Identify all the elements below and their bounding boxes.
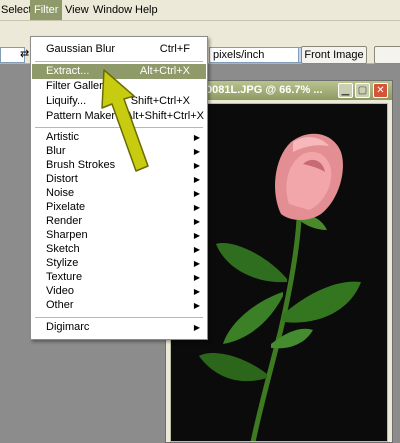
menu-item-label: Stylize (46, 257, 79, 269)
menu-item-label: Brush Strokes (46, 159, 116, 171)
menu-item-label: Digimarc (46, 321, 90, 333)
menu-item-gaussian-blur[interactable]: Gaussian Blur Ctrl+F (32, 42, 206, 57)
menu-item-label: Texture (46, 271, 83, 283)
menu-item-label: Noise (46, 187, 75, 199)
menu-item-label: Filter Galler (46, 80, 103, 92)
menu-item-shortcut: Shift+Ctrl+X (130, 95, 190, 107)
menu-item-label: Video (46, 285, 74, 297)
menu-item-label: Artistic (46, 131, 79, 143)
menu-item-liquify[interactable]: Liquify... Shift+Ctrl+X (32, 94, 206, 109)
menu-item-extract[interactable]: Extract... Alt+Ctrl+X (32, 64, 206, 79)
menu-item-digimarc[interactable]: Digimarc ▶ (32, 320, 206, 335)
menu-item-label: Pattern Maker (46, 110, 116, 122)
menu-item-noise[interactable]: Noise ▶ (32, 186, 206, 201)
resolution-unit-select[interactable]: pixels/inch ▼ (209, 47, 313, 63)
menu-item-sketch[interactable]: Sketch ▶ (32, 242, 206, 257)
menu-item-label: Extract... (46, 65, 90, 77)
menu-item-label: Other (46, 299, 74, 311)
menu-divider (35, 317, 203, 318)
clear-button[interactable] (374, 46, 400, 64)
submenu-arrow-icon: ▶ (193, 323, 200, 332)
submenu-arrow-icon: ▶ (193, 175, 200, 184)
menu-item-other[interactable]: Other ▶ (32, 298, 206, 313)
submenu-arrow-icon: ▶ (193, 133, 200, 142)
menu-item-sharpen[interactable]: Sharpen ▶ (32, 228, 206, 243)
menu-item-shortcut: Alt+Shift+Ctrl+X (125, 110, 204, 122)
menu-help[interactable]: Help (131, 0, 162, 20)
menu-item-label: Liquify... (46, 95, 87, 107)
menu-bar: Select Filter View Window Help (0, 0, 400, 21)
menu-item-pattern-maker[interactable]: Pattern Maker Alt+Shift+Ctrl+X (32, 109, 206, 124)
menu-item-texture[interactable]: Texture ▶ (32, 270, 206, 285)
front-image-button[interactable]: Front Image (301, 46, 367, 64)
submenu-arrow-icon: ▶ (193, 245, 200, 254)
menu-item-stylize[interactable]: Stylize ▶ (32, 256, 206, 271)
menu-item-render[interactable]: Render ▶ (32, 214, 206, 229)
menu-item-video[interactable]: Video ▶ (32, 284, 206, 299)
menu-item-distort[interactable]: Distort ▶ (32, 172, 206, 187)
maximize-icon[interactable]: ▢ (355, 83, 370, 98)
menu-item-label: Sketch (46, 243, 80, 255)
submenu-arrow-icon: ▶ (193, 259, 200, 268)
menu-item-filter-gallery[interactable]: Filter Galler (32, 79, 206, 94)
menu-item-label: Blur (46, 145, 66, 157)
close-icon[interactable]: ✕ (373, 83, 388, 98)
submenu-arrow-icon: ▶ (193, 217, 200, 226)
menu-filter[interactable]: Filter (30, 0, 63, 20)
menu-item-label: Pixelate (46, 201, 86, 213)
submenu-arrow-icon: ▶ (193, 231, 200, 240)
menu-view[interactable]: View (61, 0, 93, 20)
menu-item-artistic[interactable]: Artistic ▶ (32, 130, 206, 145)
menu-item-blur[interactable]: Blur ▶ (32, 144, 206, 159)
minimize-icon[interactable]: ▁ (338, 83, 353, 98)
submenu-arrow-icon: ▶ (193, 203, 200, 212)
menu-item-label: Sharpen (46, 229, 88, 241)
submenu-arrow-icon: ▶ (193, 273, 200, 282)
submenu-arrow-icon: ▶ (193, 161, 200, 170)
swap-icon[interactable]: ⇄ (20, 47, 29, 60)
menu-window[interactable]: Window (89, 0, 136, 20)
submenu-arrow-icon: ▶ (193, 287, 200, 296)
submenu-arrow-icon: ▶ (193, 301, 200, 310)
submenu-arrow-icon: ▶ (193, 147, 200, 156)
menu-item-brush-strokes[interactable]: Brush Strokes ▶ (32, 158, 206, 173)
menu-divider (35, 61, 203, 62)
menu-item-shortcut: Ctrl+F (159, 43, 190, 55)
menu-item-shortcut: Alt+Ctrl+X (139, 65, 190, 77)
menu-item-label: Distort (46, 173, 78, 185)
menu-item-label: Gaussian Blur (46, 43, 116, 55)
resolution-unit-value: pixels/inch (213, 49, 265, 61)
menu-item-pixelate[interactable]: Pixelate ▶ (32, 200, 206, 215)
filter-menu: Gaussian Blur Ctrl+F Extract... Alt+Ctrl… (30, 36, 208, 340)
menu-item-label: Render (46, 215, 83, 227)
submenu-arrow-icon: ▶ (193, 189, 200, 198)
menu-divider (35, 127, 203, 128)
